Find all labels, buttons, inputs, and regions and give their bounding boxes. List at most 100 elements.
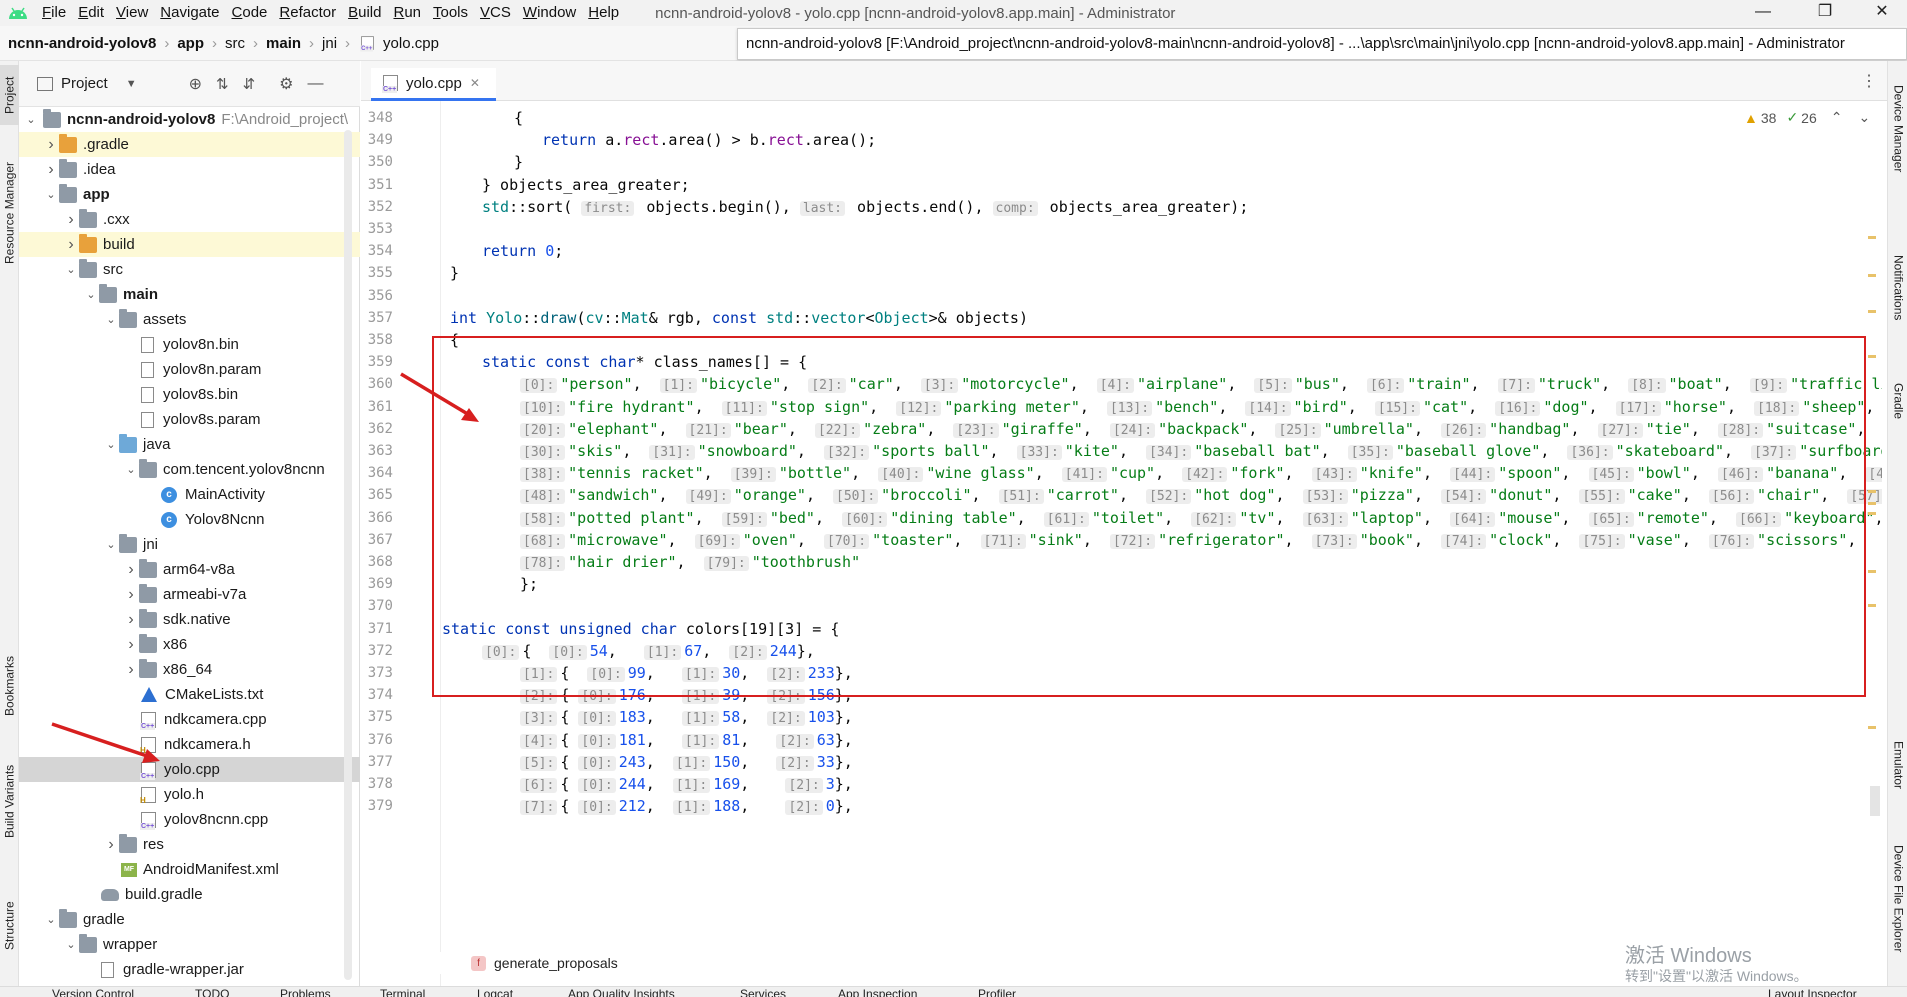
breadcrumb-project[interactable]: ncnn-android-yolov8 xyxy=(8,35,156,52)
locate-icon[interactable]: ⊕ xyxy=(189,74,202,94)
chevron-down-icon[interactable]: ⌄ xyxy=(103,438,119,451)
tree-item[interactable]: yolov8ncnn.cpp xyxy=(19,807,360,832)
tool-tab-device-file-explorer[interactable]: Device File Explorer xyxy=(1889,841,1907,981)
breadcrumb-main[interactable]: main xyxy=(266,35,301,52)
bottom-tab-version-control[interactable]: Version Control xyxy=(52,987,134,997)
breadcrumb-file[interactable]: yolo.cpp xyxy=(383,35,439,52)
chevron-right-icon[interactable]: › xyxy=(63,211,79,229)
breadcrumb-app[interactable]: app xyxy=(177,35,204,52)
tree-item[interactable]: › armeabi-v7a xyxy=(19,582,360,607)
chevron-down-icon[interactable]: ▼ xyxy=(126,78,137,90)
tree-item[interactable]: › res xyxy=(19,832,360,857)
chevron-down-icon[interactable]: ⌄ xyxy=(43,188,59,201)
collapse-all-icon[interactable]: ⇵ xyxy=(243,75,256,93)
code-line[interactable]: std::sort( first: objects.begin(), last:… xyxy=(482,196,1248,218)
bottom-tab-profiler[interactable]: Profiler xyxy=(978,987,1016,997)
tree-item[interactable]: › arm64-v8a xyxy=(19,557,360,582)
tree-item[interactable]: › x86 xyxy=(19,632,360,657)
maximize-button[interactable]: ❐ xyxy=(1800,0,1850,26)
menu-code[interactable]: Code xyxy=(226,0,274,26)
code-line[interactable]: } objects_area_greater; xyxy=(482,174,690,196)
menu-view[interactable]: View xyxy=(110,0,154,26)
menu-edit[interactable]: Edit xyxy=(72,0,110,26)
chevron-down-icon[interactable]: ⌄ xyxy=(123,463,139,476)
tool-tab-notifications[interactable]: Notifications xyxy=(1889,251,1907,361)
bottom-tab-logcat[interactable]: Logcat xyxy=(477,987,513,997)
tree-item[interactable]: yolov8n.param xyxy=(19,357,360,382)
code-line[interactable]: } xyxy=(514,151,523,173)
chevron-right-icon[interactable]: › xyxy=(103,836,119,854)
bottom-tab-terminal[interactable]: Terminal xyxy=(380,987,425,997)
chevron-right-icon[interactable]: › xyxy=(123,586,139,604)
menu-build[interactable]: Build xyxy=(342,0,387,26)
tree-item[interactable]: ⌄ src xyxy=(19,257,360,282)
menu-run[interactable]: Run xyxy=(387,0,427,26)
gear-icon[interactable]: ⚙ xyxy=(279,74,293,94)
chevron-down-icon[interactable]: ⌄ xyxy=(63,263,79,276)
close-icon[interactable]: ✕ xyxy=(470,76,480,90)
tree-item[interactable]: build.gradle xyxy=(19,882,360,907)
tree-item[interactable]: ⌄ wrapper xyxy=(19,932,360,957)
tree-item[interactable]: CMakeLists.txt xyxy=(19,682,360,707)
menu-refactor[interactable]: Refactor xyxy=(273,0,342,26)
tree-item[interactable]: ⌄ jni xyxy=(19,532,360,557)
bottom-tab-todo[interactable]: TODO xyxy=(195,987,229,997)
bottom-tab-layout-inspector[interactable]: Layout Inspector xyxy=(1768,987,1857,997)
chevron-down-icon[interactable]: ⌄ xyxy=(103,313,119,326)
code-line[interactable]: return 0; xyxy=(482,240,563,262)
menu-help[interactable]: Help xyxy=(582,0,625,26)
chevron-right-icon[interactable]: › xyxy=(63,236,79,254)
tree-item[interactable]: ⌄ com.tencent.yolov8ncnn xyxy=(19,457,360,482)
bottom-tab-app-inspection[interactable]: App Inspection xyxy=(838,987,917,997)
tree-item[interactable]: ⌄ assets xyxy=(19,307,360,332)
tree-item[interactable]: › x86_64 xyxy=(19,657,360,682)
tree-item[interactable]: › .gradle xyxy=(19,132,360,157)
tree-item[interactable]: yolov8s.bin xyxy=(19,382,360,407)
minimize-button[interactable]: — xyxy=(1738,0,1788,26)
code-line[interactable]: [4]:{ [0]: 181, [1]: 81, [2]: 63}, xyxy=(520,729,853,751)
tool-tab-structure[interactable]: Structure xyxy=(0,881,19,971)
tree-item[interactable]: ⌄ main xyxy=(19,282,360,307)
menu-window[interactable]: Window xyxy=(517,0,582,26)
tree-item[interactable]: yolo.h xyxy=(19,782,360,807)
chevron-right-icon[interactable]: › xyxy=(43,161,59,179)
tool-tab-build-variants[interactable]: Build Variants xyxy=(0,751,19,851)
tool-tab-project[interactable]: Project xyxy=(0,65,19,125)
project-scrollbar[interactable] xyxy=(344,130,352,980)
code-line[interactable]: int Yolo::draw(cv::Mat& rgb, const std::… xyxy=(450,307,1028,329)
chevron-right-icon[interactable]: › xyxy=(123,561,139,579)
more-options-icon[interactable]: ⋮ xyxy=(1861,71,1877,91)
editor-scroll-thumb[interactable] xyxy=(1870,786,1880,816)
menu-file[interactable]: File xyxy=(36,0,72,26)
breadcrumb-src[interactable]: src xyxy=(225,35,245,52)
bottom-tab-problems[interactable]: Problems xyxy=(280,987,331,997)
tool-tab-resource-manager[interactable]: Resource Manager xyxy=(0,133,19,293)
tree-item[interactable]: yolov8s.param xyxy=(19,407,360,432)
hide-icon[interactable]: — xyxy=(307,75,323,93)
tab-yolo-cpp[interactable]: yolo.cpp ✕ xyxy=(371,68,496,101)
chevron-down-icon[interactable]: ⌄ xyxy=(63,938,79,951)
tool-tab-gradle[interactable]: Gradle xyxy=(1889,379,1907,459)
code-line[interactable]: [6]:{ [0]: 244, [1]: 169, [2]: 3}, xyxy=(520,773,853,795)
tree-item[interactable]: › sdk.native xyxy=(19,607,360,632)
code-line[interactable]: [5]:{ [0]: 243, [1]: 150, [2]: 33}, xyxy=(520,751,853,773)
chevron-down-icon[interactable]: ⌄ xyxy=(43,913,59,926)
chevron-right-icon[interactable]: › xyxy=(123,636,139,654)
bottom-tab-services[interactable]: Services xyxy=(740,987,786,997)
chevron-down-icon[interactable]: ⌄ xyxy=(83,288,99,301)
code-line[interactable]: { xyxy=(514,107,523,129)
tree-item[interactable]: gradle-wrapper.jar xyxy=(19,957,360,982)
tool-tab-bookmarks[interactable]: Bookmarks xyxy=(0,641,19,731)
tree-item[interactable]: › build xyxy=(19,232,360,257)
close-button[interactable]: ✕ xyxy=(1857,0,1907,26)
code-line[interactable]: } xyxy=(450,262,459,284)
menu-navigate[interactable]: Navigate xyxy=(154,0,225,26)
tree-item[interactable]: › .idea xyxy=(19,157,360,182)
code-line[interactable]: [3]:{ [0]: 183, [1]: 58, [2]: 103}, xyxy=(520,706,853,728)
chevron-right-icon[interactable]: › xyxy=(43,136,59,154)
breadcrumb-jni[interactable]: jni xyxy=(322,35,337,52)
tree-item[interactable]: yolov8n.bin xyxy=(19,332,360,357)
tree-item[interactable]: c MainActivity xyxy=(19,482,360,507)
code-line[interactable]: [7]:{ [0]: 212, [1]: 188, [2]: 0}, xyxy=(520,795,853,817)
chevron-down-icon[interactable]: ⌄ xyxy=(103,538,119,551)
